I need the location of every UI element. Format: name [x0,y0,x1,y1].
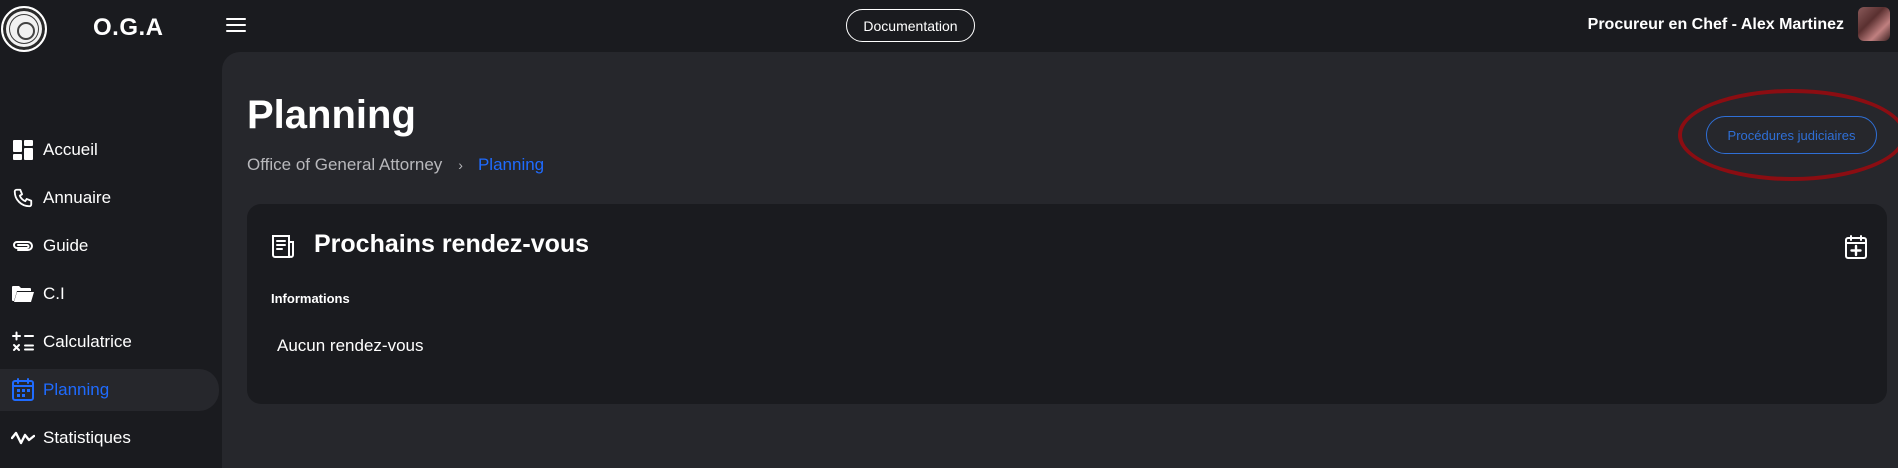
sidebar-item-ci[interactable]: C.I [0,273,222,315]
sidebar-item-label: Annuaire [43,188,112,207]
breadcrumb-separator-icon: › [458,157,463,173]
newspaper-icon [271,234,295,260]
paperclip-icon [11,234,35,258]
phone-icon [11,186,35,210]
activity-icon [11,426,35,450]
appointments-card: Prochains rendez-vous Informations Aucun… [247,204,1887,404]
sidebar-item-label: Accueil [43,140,98,159]
folder-open-icon [11,282,35,306]
avatar[interactable] [1858,7,1890,41]
documentation-button[interactable]: Documentation [846,9,975,42]
sidebar-item-accueil[interactable]: Accueil [0,129,222,171]
sidebar-item-calculatrice[interactable]: Calculatrice [0,321,222,363]
procedures-judiciaires-button[interactable]: Procédures judiciaires [1706,116,1877,154]
user-name[interactable]: Procureur en Chef - Alex Martinez [1588,16,1844,34]
empty-state-text: Aucun rendez-vous [277,336,424,355]
breadcrumb-root-link[interactable]: Office of General Attorney [247,155,442,175]
main-content: Planning Office of General Attorney › Pl… [222,52,1898,468]
sidebar-item-planning[interactable]: Planning [0,369,219,411]
breadcrumb-current: Planning [477,155,545,174]
calendar-icon [11,378,35,402]
sidebar-item-label: C.I [43,284,65,303]
sidebar-item-label: Statistiques [43,428,131,447]
sidebar-item-label: Planning [43,380,110,399]
breadcrumb: Office of General Attorney › Planning [247,155,544,175]
seal-logo [1,6,47,52]
sidebar-item-label: Calculatrice [43,332,132,351]
dashboard-icon [11,138,35,162]
informations-label: Informations [271,291,350,306]
card-title: Prochains rendez-vous [314,230,590,258]
sidebar-item-label: Guide [43,236,89,255]
sidebar-item-guide[interactable]: Guide [0,225,222,267]
calculator-icon [11,330,35,354]
menu-toggle-icon[interactable] [226,17,246,33]
sidebar-item-annuaire[interactable]: Annuaire [0,177,222,219]
sidebar: Accueil Annuaire Guide C.I Calculatrice … [0,52,222,468]
calendar-add-icon[interactable] [1844,234,1868,260]
top-bar: O.G.A Documentation Procureur en Chef - … [0,0,1898,52]
brand-name: O.G.A [93,14,164,41]
page-title: Planning [247,93,416,137]
sidebar-item-statistiques[interactable]: Statistiques [0,417,222,459]
